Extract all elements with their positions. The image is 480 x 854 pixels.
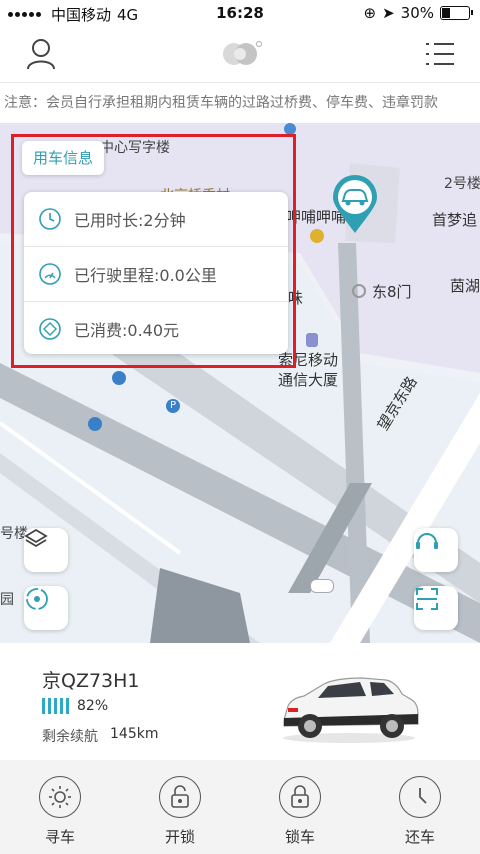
battery-icon <box>440 6 473 20</box>
car-image <box>283 677 419 743</box>
usage-cost-row: 已消费:0.40元 <box>24 302 288 356</box>
restaurant-marker-icon[interactable] <box>310 229 324 243</box>
map-label: 首梦追 <box>432 211 478 229</box>
customer-service-button[interactable] <box>414 528 458 572</box>
unlock-icon <box>171 785 189 808</box>
bottom-action-bar: 寻车 开锁 锁车 还车 <box>0 760 480 854</box>
range-label: 剩余续航 <box>42 729 98 745</box>
license-plate: 京QZ73H1 <box>42 670 140 692</box>
battery-percent: 30% <box>400 4 434 22</box>
usage-distance-text: 已行驶里程:0.0公里 <box>74 266 217 285</box>
brand-logo <box>223 40 263 65</box>
usage-duration-row: 已用时长:2分钟 <box>24 192 288 247</box>
range-value: 145km <box>110 726 159 742</box>
speedometer-icon <box>39 263 61 285</box>
poi-marker-icon[interactable] <box>306 333 318 347</box>
unlock-label: 开锁 <box>164 828 195 846</box>
battery-bars-icon <box>42 698 69 714</box>
unlock-button[interactable]: 开锁 <box>120 760 240 854</box>
car-info-panel[interactable]: 京QZ73H1 82% 剩余续航 145km <box>0 646 480 758</box>
layers-icon <box>24 528 48 548</box>
layers-button[interactable] <box>24 528 68 572</box>
return-car-button[interactable]: 还车 <box>360 760 480 854</box>
battery-status: 82% <box>42 698 108 714</box>
battery-bar <box>66 698 69 714</box>
battery-bar <box>42 698 45 714</box>
lock-icon <box>291 785 309 808</box>
headset-icon <box>416 533 438 549</box>
find-car-button[interactable]: 寻车 <box>0 760 120 854</box>
map-label: 通信大厦 <box>278 371 339 389</box>
scan-icon <box>416 588 438 610</box>
usage-info-tag[interactable]: 用车信息 <box>22 141 104 175</box>
lock-button[interactable]: 锁车 <box>240 760 360 854</box>
map-label: 园 <box>0 592 14 608</box>
map-label: 茵湖 <box>450 277 480 295</box>
usage-cost-text: 已消费:0.40元 <box>74 321 180 340</box>
battery-bar <box>54 698 57 714</box>
usage-info-card: 已用时长:2分钟 已行驶里程:0.0公里 已消费:0.40元 <box>24 192 288 354</box>
traffic-light-icon <box>310 579 334 593</box>
parking-icon[interactable]: P <box>166 399 180 413</box>
find-car-label: 寻车 <box>44 828 75 846</box>
return-car-label: 还车 <box>404 828 435 846</box>
usage-distance-row: 已行驶里程:0.0公里 <box>24 247 288 302</box>
menu-icon[interactable] <box>426 42 454 66</box>
battery-level-text: 82% <box>77 698 109 714</box>
battery-bar <box>60 698 63 714</box>
location-arrow-icon: ➤ <box>382 4 395 22</box>
usage-duration-text: 已用时长:2分钟 <box>74 211 186 230</box>
battery-bar <box>48 698 51 714</box>
locate-icon <box>26 588 48 610</box>
scan-button[interactable] <box>414 586 458 630</box>
app-header <box>0 28 480 80</box>
bus-stop-icon[interactable] <box>112 371 126 385</box>
user-icon[interactable] <box>26 38 56 70</box>
clock-icon <box>39 208 61 230</box>
gate-marker-icon[interactable] <box>352 284 366 298</box>
range-info: 剩余续航 145km <box>42 726 158 746</box>
lock-label: 锁车 <box>284 828 315 846</box>
locate-button[interactable] <box>24 586 68 630</box>
rotation-lock-icon: ⊕ <box>363 4 377 22</box>
cost-diamond-icon <box>39 318 61 340</box>
map-label: 2号楼 <box>444 176 480 192</box>
bus-stop-icon[interactable] <box>88 417 102 431</box>
clock-icon <box>419 788 427 804</box>
sun-icon <box>49 786 71 808</box>
notice-banner: 注意：会员自行承担租期内租赁车辆的过路过桥费、停车费、违章罚款 <box>0 82 480 124</box>
car-location-pin-icon[interactable] <box>330 173 380 235</box>
map-label: 东8门 <box>372 283 412 301</box>
notice-text: 注意：会员自行承担租期内租赁车辆的过路过桥费、停车费、违章罚款 <box>4 95 438 111</box>
status-bar: 中国移动 4G 16:28 ⊕ ➤ 30% <box>0 0 480 28</box>
